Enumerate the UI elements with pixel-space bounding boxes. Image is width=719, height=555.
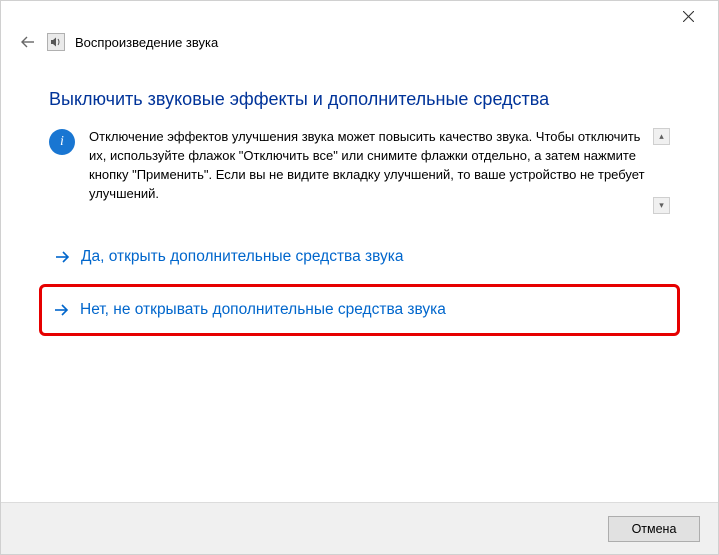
arrow-right-icon [53,248,71,266]
back-arrow-icon [20,34,36,50]
highlighted-option: Нет, не открывать дополнительные средств… [39,284,680,336]
main-heading: Выключить звуковые эффекты и дополнитель… [49,89,670,110]
cancel-button[interactable]: Отмена [608,516,700,542]
scroll-down-button[interactable]: ▾ [653,197,670,214]
option-yes-label: Да, открыть дополнительные средства звук… [81,248,404,266]
titlebar [1,1,718,31]
info-icon: i [49,129,75,155]
info-text: Отключение эффектов улучшения звука може… [89,128,647,214]
option-no-link[interactable]: Нет, не открывать дополнительные средств… [42,293,673,327]
arrow-right-icon [52,301,70,319]
info-text-wrap: Отключение эффектов улучшения звука може… [89,128,670,214]
content-area: Выключить звуковые эффекты и дополнитель… [1,59,718,502]
info-scrollbar: ▴ ▾ [653,128,670,214]
option-yes-link[interactable]: Да, открыть дополнительные средства звук… [49,240,670,274]
speaker-icon [47,33,65,51]
back-button[interactable] [19,33,37,51]
header-row: Воспроизведение звука [1,33,718,59]
close-button[interactable] [670,3,706,29]
info-block: i Отключение эффектов улучшения звука мо… [49,128,670,214]
footer: Отмена [1,502,718,554]
option-no-label: Нет, не открывать дополнительные средств… [80,301,446,319]
troubleshooter-window: Воспроизведение звука Выключить звуковые… [0,0,719,555]
header-title: Воспроизведение звука [75,35,218,50]
close-icon [683,11,694,22]
scroll-up-button[interactable]: ▴ [653,128,670,145]
